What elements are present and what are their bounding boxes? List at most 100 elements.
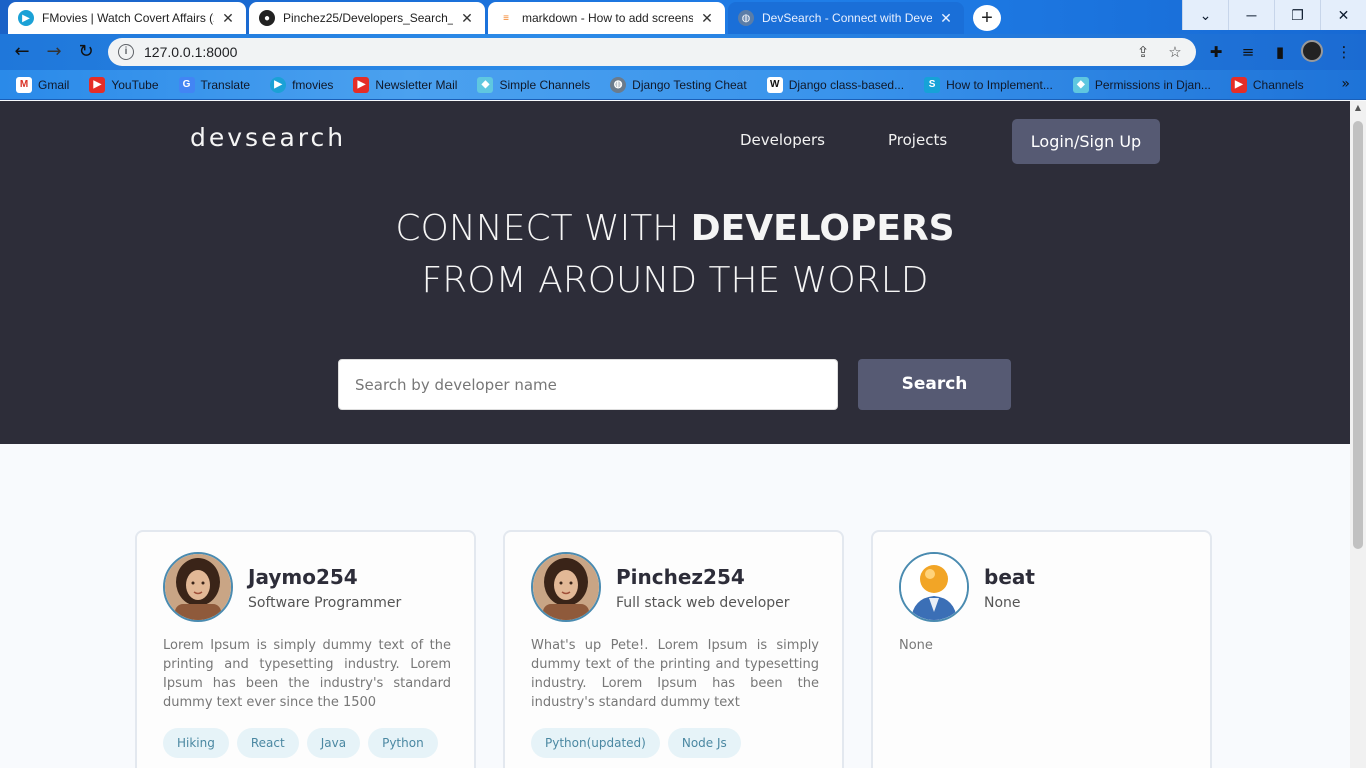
minimize-button[interactable]: ─ (1228, 0, 1274, 30)
skill-tag: Python(updated) (531, 728, 660, 758)
reload-icon[interactable]: ↻ (72, 40, 100, 64)
page-scrollbar[interactable]: ▲ (1350, 101, 1366, 768)
forward-icon[interactable]: → (40, 40, 68, 64)
back-icon[interactable]: ← (8, 40, 36, 64)
developer-card[interactable]: Pinchez254 Full stack web developer What… (503, 530, 844, 768)
bookmark-permissions[interactable]: ◆ Permissions in Djan... (1072, 76, 1211, 93)
bookmark-label: Django Testing Cheat (632, 77, 747, 92)
chevron-right-icon[interactable]: » (1341, 76, 1350, 92)
skill-tag: Node Js (667, 728, 741, 758)
globe-icon: ◍ (738, 10, 754, 26)
devsearch-logo[interactable]: devsearch (190, 123, 346, 152)
bookmark-channels[interactable]: ▶ Channels (1230, 76, 1304, 93)
cube-icon: ◆ (477, 76, 494, 93)
bookmark-translate[interactable]: G Translate (178, 76, 250, 93)
scrollbar-thumb[interactable] (1353, 121, 1363, 549)
skill-tag: Python (368, 728, 438, 758)
globe-icon: ◍ (610, 76, 627, 93)
bookmark-django-cbv[interactable]: W Django class-based... (766, 76, 905, 93)
skill-tag: React (236, 728, 299, 758)
bookmark-youtube[interactable]: ▶ YouTube (89, 76, 159, 93)
developer-role: Full stack web developer (616, 595, 790, 611)
new-tab-button[interactable]: + (973, 5, 1001, 31)
developer-bio: None (899, 638, 933, 653)
browser-tab-devsearch[interactable]: ◍ DevSearch - Connect with Develo ✕ (728, 2, 964, 34)
avatar (531, 552, 601, 622)
login-signup-button[interactable]: Login/Sign Up (1012, 119, 1160, 164)
bookmark-label: Channels (1252, 77, 1304, 92)
headline-bold-text: DEVELOPERS (690, 208, 955, 249)
tab-search-button[interactable]: ⌄ (1182, 0, 1228, 30)
stackoverflow-icon: ≡ (503, 12, 509, 24)
default-user-icon (899, 552, 969, 622)
developer-search-input[interactable] (338, 359, 838, 410)
tab-title: markdown - How to add screensh (522, 11, 693, 25)
tab-title: FMovies | Watch Covert Affairs (2 (42, 11, 214, 25)
gmail-icon: M (16, 76, 32, 93)
headline-line-2: FROM AROUND THE WORLD (421, 260, 929, 301)
tab-title: Pinchez25/Developers_Search_Dj (283, 11, 453, 25)
tab-title: DevSearch - Connect with Develo (762, 11, 932, 25)
developer-role: Software Programmer (248, 595, 402, 611)
close-icon[interactable]: ✕ (699, 10, 715, 27)
bookmark-label: YouTube (111, 77, 159, 92)
bookmark-star-icon[interactable]: ☆ (1164, 43, 1186, 61)
address-bar[interactable]: i 127.0.0.1:8000 ⇪ ☆ (108, 38, 1196, 66)
browser-tab-stackoverflow[interactable]: ≡ markdown - How to add screensh ✕ (488, 2, 725, 34)
media-control-icon[interactable]: ≡ (1236, 40, 1260, 64)
extensions-icon[interactable]: ✚ (1204, 40, 1228, 64)
bookmark-label: fmovies (292, 77, 334, 92)
close-icon[interactable]: ✕ (938, 10, 954, 27)
bookmark-how-to-implement[interactable]: S How to Implement... (924, 76, 1053, 93)
fmovies-icon: ▶ (18, 10, 34, 26)
developer-bio: What's up Pete!. Lorem Ipsum is simply d… (531, 638, 819, 710)
fmovies-icon: ▶ (270, 76, 287, 93)
browser-tab-github[interactable]: ● Pinchez25/Developers_Search_Dj ✕ (249, 2, 485, 34)
translate-icon: G (178, 76, 195, 93)
restore-button[interactable]: ❐ (1274, 0, 1320, 30)
close-window-button[interactable]: ✕ (1320, 0, 1366, 30)
w-icon: W (766, 76, 783, 93)
browser-tab-fmovies[interactable]: ▶ FMovies | Watch Covert Affairs (2 ✕ (8, 2, 246, 34)
bookmark-label: Newsletter Mail (375, 77, 458, 92)
youtube-icon: ▶ (1230, 76, 1247, 93)
nav-developers[interactable]: Developers (740, 131, 825, 149)
developer-card[interactable]: beat None None (871, 530, 1212, 768)
bookmark-fmovies[interactable]: ▶ fmovies (270, 76, 334, 93)
developer-bio: Lorem Ipsum is simply dummy text of the … (163, 638, 451, 710)
site-info-icon[interactable]: i (118, 44, 134, 60)
bookmark-label: Gmail (38, 77, 70, 92)
skill-tags: Python(updated) Node Js (531, 728, 741, 758)
avatar (163, 552, 233, 622)
developer-card[interactable]: Jaymo254 Software Programmer Lorem Ipsum… (135, 530, 476, 768)
github-icon: ● (259, 10, 275, 26)
search-button[interactable]: Search (858, 359, 1011, 410)
profile-avatar-icon[interactable] (1300, 40, 1324, 64)
url-text: 127.0.0.1:8000 (144, 44, 238, 60)
menu-kebab-icon[interactable]: ⋮ (1332, 40, 1356, 64)
developer-name[interactable]: Jaymo254 (248, 565, 358, 589)
bookmark-django-testing[interactable]: ◍ Django Testing Cheat (610, 76, 747, 93)
developer-name[interactable]: Pinchez254 (616, 565, 745, 589)
bookmark-gmail[interactable]: M Gmail (16, 76, 70, 93)
youtube-icon: ▶ (89, 76, 106, 93)
nav-projects[interactable]: Projects (888, 131, 947, 149)
hero-section: devsearch Developers Projects Login/Sign… (0, 101, 1350, 444)
scroll-up-icon[interactable]: ▲ (1350, 101, 1366, 115)
share-icon[interactable]: ⇪ (1132, 43, 1154, 61)
side-panel-icon[interactable]: ▮ (1268, 40, 1292, 64)
developer-name[interactable]: beat (984, 565, 1035, 589)
bookmark-simple-channels[interactable]: ◆ Simple Channels (477, 76, 590, 93)
youtube-icon: ▶ (353, 76, 370, 93)
close-icon[interactable]: ✕ (459, 10, 475, 27)
hero-headline: CONNECT WITH DEVELOPERS FROM AROUND THE … (0, 203, 1350, 307)
close-icon[interactable]: ✕ (220, 10, 236, 27)
bookmarks-bar: M Gmail ▶ YouTube G Translate ▶ fmovies … (0, 70, 1366, 100)
bookmark-label: How to Implement... (946, 77, 1053, 92)
bookmark-label: Permissions in Djan... (1094, 77, 1211, 92)
bookmark-label: Django class-based... (788, 77, 905, 92)
developer-role: None (984, 595, 1021, 611)
bookmark-newsletter[interactable]: ▶ Newsletter Mail (353, 76, 458, 93)
skill-tag: Hiking (163, 728, 229, 758)
skill-tags: Hiking React Java Python (163, 728, 438, 758)
